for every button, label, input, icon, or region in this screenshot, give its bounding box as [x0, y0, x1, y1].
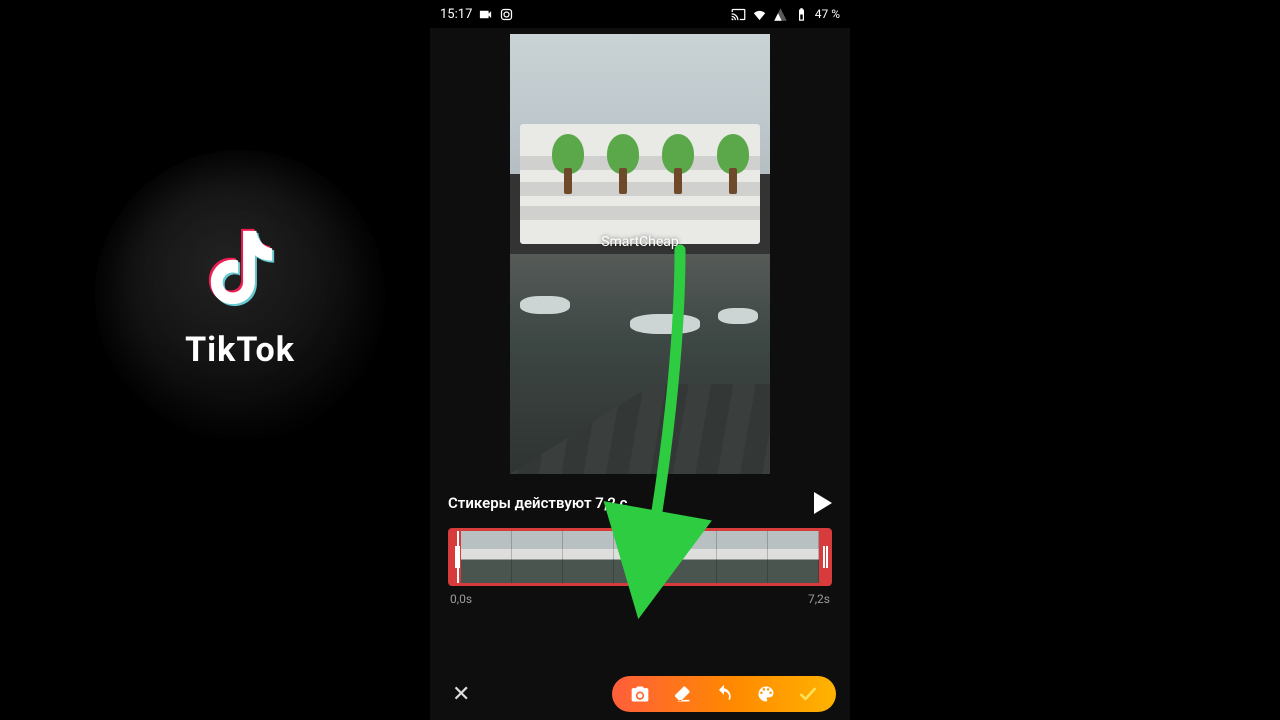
video-preview[interactable]: SmartCheap	[510, 34, 770, 474]
tiktok-logo-bubble: TikTok	[95, 150, 385, 440]
timeline-playhead[interactable]	[457, 528, 459, 586]
phone-frame: 15:17	[430, 0, 850, 720]
wifi-icon	[752, 7, 767, 22]
trim-handle-left[interactable]	[451, 531, 461, 583]
play-button[interactable]	[814, 492, 832, 514]
signal-icon	[773, 7, 788, 22]
timeline-end-label: 7,2s	[808, 592, 830, 606]
cast-icon	[731, 7, 746, 22]
trim-handle-right[interactable]	[819, 531, 829, 583]
status-time: 15:17	[440, 7, 472, 22]
camera-icon[interactable]	[630, 684, 650, 704]
undo-icon[interactable]	[714, 684, 734, 704]
preview-watermark: SmartCheap	[510, 234, 770, 250]
timeline-trimmer[interactable]	[448, 528, 832, 586]
tiktok-label: TikTok	[185, 330, 295, 370]
timeline-frames[interactable]	[461, 531, 819, 583]
toolbar-pill	[612, 676, 836, 712]
battery-percent: 47 %	[815, 7, 840, 21]
close-button[interactable]: ✕	[444, 678, 478, 711]
videocam-icon	[478, 7, 493, 22]
status-bar: 15:17	[430, 0, 850, 28]
battery-icon	[794, 7, 809, 22]
tiktok-note-icon	[193, 221, 288, 316]
app-circle-icon	[499, 7, 514, 22]
eraser-icon[interactable]	[672, 684, 692, 704]
sticker-duration-label: Стикеры действуют 7,2 с	[448, 494, 628, 512]
confirm-icon[interactable]	[798, 684, 818, 704]
palette-icon[interactable]	[756, 684, 776, 704]
timeline-start-label: 0,0s	[450, 592, 472, 606]
